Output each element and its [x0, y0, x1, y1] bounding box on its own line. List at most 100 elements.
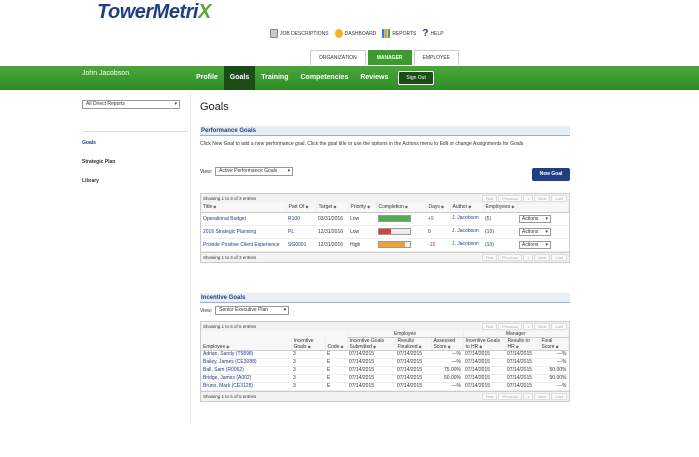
- incentive-cell: 07/14/2015: [395, 366, 431, 375]
- col-part-of[interactable]: Part Of◆: [286, 203, 317, 213]
- col-employees[interactable]: Employees◆: [483, 203, 518, 213]
- pager-previous[interactable]: Previous: [498, 195, 522, 202]
- incentive-cell: 07/14/2015: [395, 374, 431, 383]
- col-goals-submitted[interactable]: Incentive Goals Submitted◆: [347, 337, 396, 351]
- actions-dropdown[interactable]: Actions: [519, 227, 551, 236]
- pager-previous[interactable]: Previous: [498, 392, 522, 400]
- col-results-finalized[interactable]: Results Finalized◆: [395, 337, 432, 351]
- col-goals-to-hr[interactable]: Incentive Goals to HR◆: [463, 337, 506, 351]
- sort-icon: ◆: [515, 343, 519, 349]
- tab-manager[interactable]: MANAGER: [367, 50, 412, 65]
- employee-name[interactable]: Bruno, Mark (CE3128): [201, 382, 291, 391]
- sort-icon: ◆: [468, 204, 472, 210]
- sidebar-item-strategic-plan[interactable]: Strategic Plan: [82, 158, 188, 177]
- pager-page[interactable]: 1: [522, 323, 534, 330]
- sort-icon: ◆: [305, 204, 309, 210]
- pager-first[interactable]: First: [481, 392, 498, 400]
- col-final-score[interactable]: Final Score◆: [539, 337, 569, 351]
- incentive-cell: —%: [539, 350, 569, 359]
- pager-next[interactable]: Next: [534, 253, 551, 261]
- new-goal-button[interactable]: New Goal: [532, 168, 570, 181]
- col-days[interactable]: Days◆: [426, 203, 451, 213]
- incentive-cell: E: [325, 382, 347, 391]
- nav-reviews[interactable]: Reviews: [354, 66, 394, 90]
- incentive-cell: 3: [291, 374, 325, 383]
- tab-employee[interactable]: EMPLOYEE: [413, 50, 460, 65]
- employee-name[interactable]: Bridge, James (A002): [201, 374, 291, 383]
- sort-icon: ◆: [367, 204, 371, 210]
- reports-link[interactable]: REPORTS: [382, 29, 416, 38]
- logo[interactable]: TowerMetriX: [97, 1, 211, 24]
- goal-title[interactable]: 2016 Strategic Planning: [201, 225, 286, 239]
- pager-next[interactable]: Next: [534, 195, 551, 202]
- goal-author[interactable]: J. Jacobson: [450, 212, 483, 226]
- sidebar-item-library[interactable]: Library: [82, 177, 188, 196]
- dashboard-link[interactable]: DASHBOARD: [334, 29, 376, 38]
- goal-author[interactable]: J. Jacobson: [450, 225, 483, 239]
- pager-last[interactable]: Last: [551, 253, 567, 261]
- nav-competencies[interactable]: Competencies: [294, 66, 354, 90]
- col-title[interactable]: Title◆: [201, 203, 287, 213]
- goal-target: 03/31/2016: [316, 212, 348, 226]
- pager-first[interactable]: First: [481, 195, 498, 202]
- incentive-cell: 07/14/2015: [505, 358, 539, 367]
- col-code[interactable]: Code◆: [325, 337, 348, 351]
- job-descriptions-link[interactable]: JOB DESCRIPTIONS: [270, 29, 329, 38]
- completion-bar-fill: [379, 242, 406, 247]
- direct-reports-select[interactable]: All Direct Reports: [82, 100, 180, 109]
- pager-next[interactable]: Next: [534, 392, 551, 400]
- incentive-cell: 07/14/2015: [395, 358, 431, 367]
- pager-page[interactable]: 1: [522, 195, 534, 202]
- pager-first[interactable]: First: [481, 323, 498, 330]
- pager-last[interactable]: Last: [551, 392, 567, 400]
- col-priority[interactable]: Priority◆: [348, 203, 377, 213]
- actions-dropdown[interactable]: Actions: [519, 240, 551, 249]
- pager-previous[interactable]: Previous: [498, 323, 522, 330]
- pager-page[interactable]: 1: [522, 253, 534, 261]
- pager-first[interactable]: First: [481, 253, 498, 261]
- completion-bar-fill: [379, 216, 410, 221]
- col-target[interactable]: Target◆: [316, 203, 349, 213]
- goal-employees[interactable]: (10): [483, 238, 517, 252]
- incentive-cell: 07/14/2015: [463, 350, 505, 359]
- question-icon: ?: [422, 27, 429, 39]
- performance-view-select[interactable]: Active Performance Goals: [215, 167, 294, 176]
- incentive-cell: 07/14/2015: [463, 366, 505, 375]
- pager-previous[interactable]: Previous: [498, 253, 522, 261]
- col-results-to-hr[interactable]: Results to HR◆: [505, 337, 540, 351]
- pager-last[interactable]: Last: [551, 195, 567, 202]
- pager-last[interactable]: Last: [551, 323, 567, 330]
- goal-author[interactable]: J. Jacobson: [450, 238, 483, 252]
- incentive-cell: —%: [539, 382, 569, 391]
- incentive-cell: —%: [539, 358, 569, 367]
- col-assessed-score[interactable]: Assessed Score◆: [431, 337, 464, 351]
- nav-goals[interactable]: Goals: [223, 66, 256, 90]
- goal-title[interactable]: Operational Budget: [201, 212, 286, 226]
- table-row: Operational Budget R100 03/31/2016 Low +9 J. …: [201, 212, 569, 226]
- pager-page[interactable]: 1: [522, 392, 534, 400]
- col-author[interactable]: Author◆: [450, 203, 484, 213]
- nav-profile[interactable]: Profile: [190, 66, 224, 90]
- col-incentive-goals[interactable]: Incentive Goals◆: [291, 337, 326, 351]
- employee-name[interactable]: Adrian, Sandy (T5898): [201, 350, 291, 359]
- incentive-cell: —%: [431, 382, 463, 391]
- goal-title[interactable]: Provide Positive Client Experience: [201, 238, 286, 252]
- goal-employees[interactable]: (5): [483, 212, 517, 226]
- actions-dropdown[interactable]: Actions: [519, 214, 551, 223]
- nav-training[interactable]: Training: [255, 66, 294, 90]
- help-link[interactable]: ? HELP: [422, 27, 443, 39]
- goal-employees[interactable]: (10): [483, 225, 517, 239]
- goal-part-of: SG0001: [286, 238, 316, 252]
- col-completion[interactable]: Completion◆: [376, 203, 427, 213]
- col-employee[interactable]: Employee◆: [201, 337, 292, 351]
- employee-name[interactable]: Bailey, James (CE3088): [201, 358, 291, 367]
- tab-organization[interactable]: ORGANIZATION: [310, 50, 366, 65]
- sign-out-button[interactable]: Sign Out: [398, 71, 434, 85]
- table-info-bottom: Showing 1 to 5 of 5 entries First Previo…: [201, 390, 569, 401]
- pager-next[interactable]: Next: [534, 323, 551, 330]
- employee-name[interactable]: Ball, Sam (R0062): [201, 366, 291, 375]
- sidebar-item-goals[interactable]: Goals: [82, 139, 188, 158]
- goal-target: 12/31/2016: [316, 225, 348, 239]
- incentive-view-select[interactable]: Senior Executive Plan: [215, 306, 290, 315]
- sort-icon: ◆: [479, 343, 483, 349]
